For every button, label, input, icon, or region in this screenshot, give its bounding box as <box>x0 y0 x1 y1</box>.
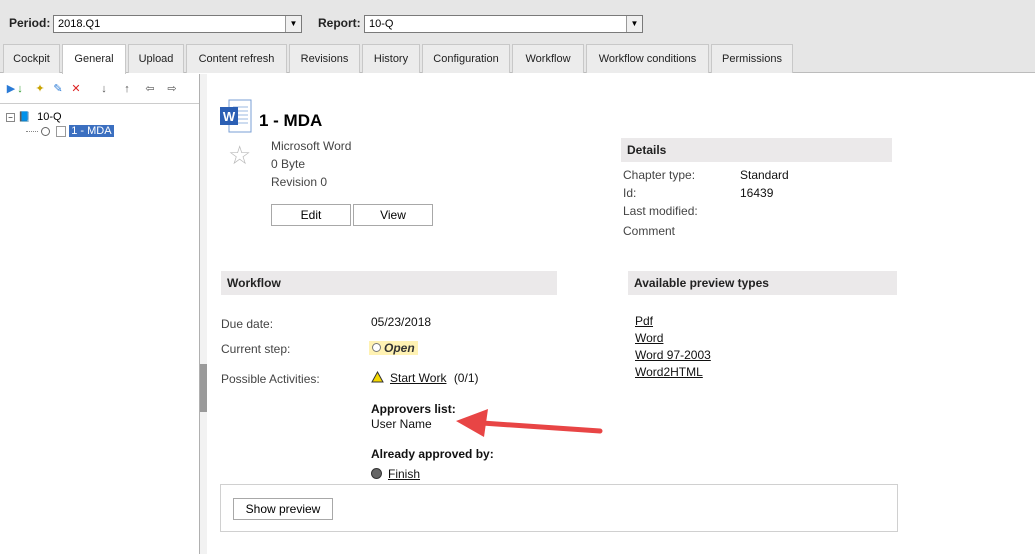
move-up-icon[interactable]: ↑ <box>120 82 134 96</box>
tab-permissions[interactable]: Permissions <box>711 44 793 73</box>
chapter-type-label: Chapter type: <box>623 168 696 182</box>
start-work-count: (0/1) <box>453 371 479 385</box>
preview-type-word[interactable]: Word <box>635 331 663 345</box>
view-button[interactable]: View <box>353 204 433 226</box>
due-date-label: Due date: <box>221 317 274 331</box>
tree-toolbar: ▶ ↓ ✦ ✎ ✕ ↓ ↑ ⇦ ⇨ <box>0 74 199 104</box>
word-document-icon: W <box>220 99 252 133</box>
show-preview-button[interactable]: Show preview <box>233 498 333 520</box>
preview-type-pdf[interactable]: Pdf <box>635 314 653 328</box>
main-content: W 1 - MDA ☆ Microsoft Word 0 Byte Revisi… <box>208 74 1035 554</box>
chapter-type-value: Standard <box>740 168 789 182</box>
tab-cockpit[interactable]: Cockpit <box>3 44 60 73</box>
move-down-icon[interactable]: ↓ <box>97 82 111 96</box>
preview-type-word-97-2003[interactable]: Word 97-2003 <box>635 348 711 362</box>
panel-splitter[interactable] <box>200 74 207 554</box>
tree-child-label: 1 - MDA <box>69 125 114 137</box>
tab-workflow-conditions[interactable]: Workflow conditions <box>586 44 709 73</box>
current-step-value: Open <box>384 341 415 355</box>
edit-button[interactable]: Edit <box>271 204 351 226</box>
approver-name: User Name <box>371 417 432 431</box>
tab-general[interactable]: General <box>62 44 126 74</box>
svg-text:W: W <box>223 109 236 124</box>
tab-history[interactable]: History <box>362 44 420 73</box>
delete-document-icon[interactable]: ✕ <box>69 82 83 96</box>
document-type: Microsoft Word <box>271 139 352 153</box>
current-step-label: Current step: <box>221 342 291 356</box>
tab-configuration[interactable]: Configuration <box>422 44 510 73</box>
tree-panel: ▶ ↓ ✦ ✎ ✕ ↓ ↑ ⇦ ⇨ − 📘 10-Q 1 - MDA <box>0 74 200 554</box>
preview-type-word2html[interactable]: Word2HTML <box>635 365 703 379</box>
document-icon <box>56 125 67 137</box>
warning-icon <box>371 370 384 383</box>
already-approved-label: Already approved by: <box>371 447 494 461</box>
collapse-icon[interactable]: − <box>6 113 15 122</box>
status-badge: Open <box>369 341 418 355</box>
period-select-value: 2018.Q1 <box>58 18 101 30</box>
details-header: Details <box>621 138 892 162</box>
due-date-value: 05/23/2018 <box>371 315 432 329</box>
comment-label: Comment <box>623 224 676 238</box>
tree-root-label: 10-Q <box>37 111 62 123</box>
id-value: 16439 <box>740 186 774 200</box>
splitter-grip[interactable] <box>200 364 207 412</box>
tab-upload[interactable]: Upload <box>128 44 184 73</box>
chevron-down-icon[interactable]: ▼ <box>626 16 642 32</box>
tab-revisions[interactable]: Revisions <box>289 44 360 73</box>
document-revision: Revision 0 <box>271 175 328 189</box>
tree-node-child[interactable]: 1 - MDA <box>26 124 114 138</box>
start-work-link[interactable]: Start Work <box>390 371 446 385</box>
edit-document-icon[interactable]: ✎ <box>51 82 65 96</box>
completed-circle-icon <box>371 468 382 479</box>
report-select-value: 10-Q <box>369 18 394 30</box>
chevron-down-icon[interactable]: ▼ <box>285 16 301 32</box>
id-label: Id: <box>623 186 637 200</box>
move-right-icon[interactable]: ⇨ <box>165 82 179 96</box>
possible-activities-label: Possible Activities: <box>221 372 320 386</box>
preview-panel: Show preview <box>220 484 898 532</box>
top-bar: Period: 2018.Q1 ▼ Report: 10-Q ▼ <box>0 0 1035 44</box>
tab-bar: Cockpit General Upload Content refresh R… <box>0 43 1035 74</box>
book-icon: 📘 <box>18 112 31 123</box>
tab-workflow[interactable]: Workflow <box>512 44 584 73</box>
approvers-list-label: Approvers list: <box>371 402 456 416</box>
last-modified-label: Last modified: <box>623 204 698 218</box>
new-document-icon[interactable]: ✦ <box>33 82 47 96</box>
period-label: Period: <box>9 16 51 30</box>
document-size: 0 Byte <box>271 157 306 171</box>
preview-types-header: Available preview types <box>628 271 897 295</box>
finish-link[interactable]: Finish <box>388 467 420 481</box>
star-icon[interactable]: ☆ <box>228 142 251 168</box>
status-circle-icon <box>41 126 51 136</box>
start-work-row: Start Work (0/1) <box>371 370 479 385</box>
report-label: Report: <box>318 16 361 30</box>
workflow-header: Workflow <box>221 271 557 295</box>
finish-row: Finish <box>371 467 420 481</box>
tab-content-refresh[interactable]: Content refresh <box>186 44 287 73</box>
period-select[interactable]: 2018.Q1 ▼ <box>53 15 302 33</box>
arrow-annotation-icon <box>456 409 603 437</box>
document-title: 1 - MDA <box>259 111 323 130</box>
report-select[interactable]: 10-Q ▼ <box>364 15 643 33</box>
status-circle-icon <box>372 343 381 352</box>
download-icon[interactable]: ↓ <box>13 82 27 96</box>
tree-node-root[interactable]: − 📘 10-Q <box>6 110 62 124</box>
move-left-icon[interactable]: ⇦ <box>143 82 157 96</box>
